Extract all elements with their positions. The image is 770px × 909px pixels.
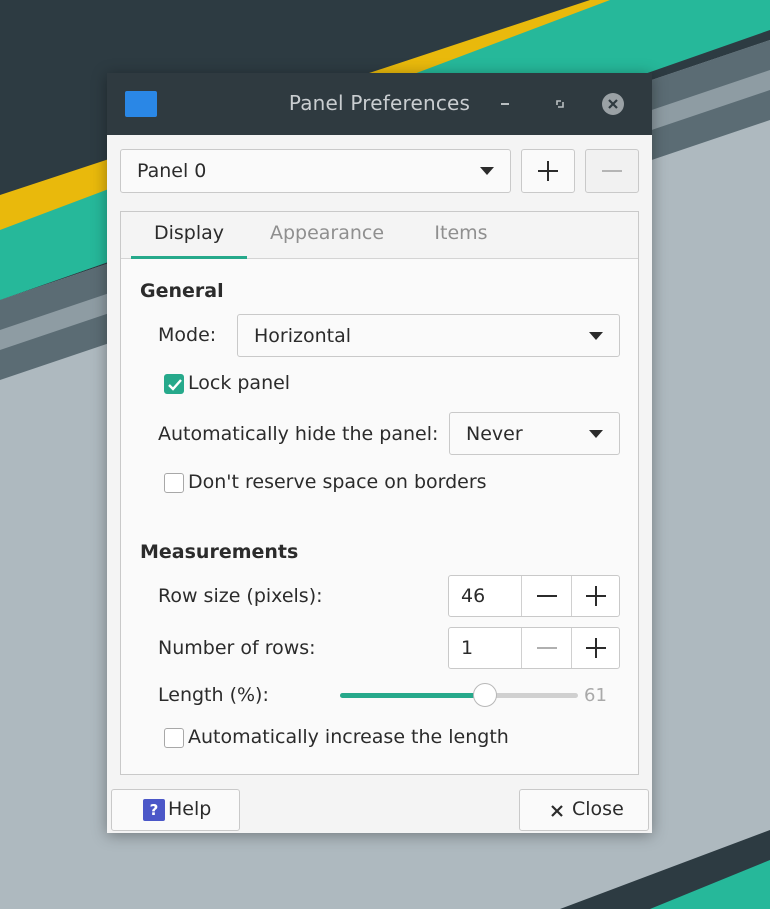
- checkmark-icon: [168, 379, 182, 391]
- mode-select[interactable]: Horizontal: [237, 314, 620, 357]
- help-button[interactable]: ? Help: [111, 789, 240, 831]
- maximize-icon[interactable]: [548, 92, 572, 116]
- close-button-label: Close: [572, 798, 624, 820]
- remove-panel-button[interactable]: [585, 149, 639, 193]
- close-icon[interactable]: [601, 92, 625, 116]
- length-slider[interactable]: [340, 683, 578, 707]
- tab-display[interactable]: Display: [131, 212, 247, 259]
- row-size-value: 46: [461, 585, 486, 607]
- num-rows-value: 1: [461, 637, 474, 659]
- row-size-label: Row size (pixels):: [158, 585, 323, 607]
- length-slider-handle[interactable]: [473, 683, 497, 707]
- preferences-notebook: Display Appearance Items General Mode: H…: [120, 211, 639, 775]
- num-rows-label: Number of rows:: [158, 637, 316, 659]
- panel-preferences-window: Panel Preferences Panel 0 Display Appear…: [107, 73, 652, 833]
- num-rows-decrement-button[interactable]: [521, 628, 572, 668]
- autohide-select-value: Never: [466, 422, 523, 445]
- no-reserve-label: Don't reserve space on borders: [188, 471, 487, 493]
- panel-select[interactable]: Panel 0: [120, 149, 511, 193]
- length-label: Length (%):: [158, 684, 269, 706]
- tab-items[interactable]: Items: [421, 212, 501, 258]
- row-size-spinner[interactable]: 46: [448, 575, 620, 617]
- row-size-increment-button[interactable]: [571, 576, 621, 616]
- tab-bar: Display Appearance Items: [121, 212, 638, 259]
- lock-panel-label: Lock panel: [188, 372, 291, 394]
- length-slider-fill: [340, 693, 485, 698]
- auto-length-label: Automatically increase the length: [188, 726, 509, 748]
- chevron-down-icon: [589, 331, 603, 340]
- num-rows-spinner[interactable]: 1: [448, 627, 620, 669]
- length-value: 61: [584, 685, 607, 706]
- tab-appearance[interactable]: Appearance: [259, 212, 395, 258]
- panel-select-value: Panel 0: [137, 160, 207, 182]
- num-rows-increment-button[interactable]: [571, 628, 621, 668]
- autohide-select[interactable]: Never: [449, 412, 620, 455]
- help-button-label: Help: [168, 798, 212, 820]
- row-size-decrement-button[interactable]: [521, 576, 572, 616]
- mode-label: Mode:: [158, 324, 217, 346]
- close-button[interactable]: Close: [519, 789, 649, 831]
- titlebar: Panel Preferences: [107, 73, 652, 135]
- plus-icon: [586, 638, 606, 658]
- chevron-down-icon: [589, 429, 603, 438]
- measurements-heading: Measurements: [140, 541, 299, 563]
- plus-icon: [538, 161, 558, 181]
- plus-icon: [586, 586, 606, 606]
- mode-select-value: Horizontal: [254, 324, 352, 347]
- help-icon: ?: [143, 799, 165, 821]
- add-panel-button[interactable]: [521, 149, 575, 193]
- minus-icon: [537, 595, 557, 597]
- minus-icon: [537, 647, 557, 649]
- no-reserve-checkbox[interactable]: [164, 473, 184, 493]
- minimize-icon[interactable]: [493, 92, 517, 116]
- general-heading: General: [140, 280, 224, 302]
- close-icon: [551, 805, 563, 817]
- autohide-label: Automatically hide the panel:: [158, 423, 439, 445]
- chevron-down-icon: [480, 167, 494, 175]
- auto-length-checkbox[interactable]: [164, 728, 184, 748]
- minus-icon: [602, 170, 622, 172]
- lock-panel-checkbox[interactable]: [164, 374, 184, 394]
